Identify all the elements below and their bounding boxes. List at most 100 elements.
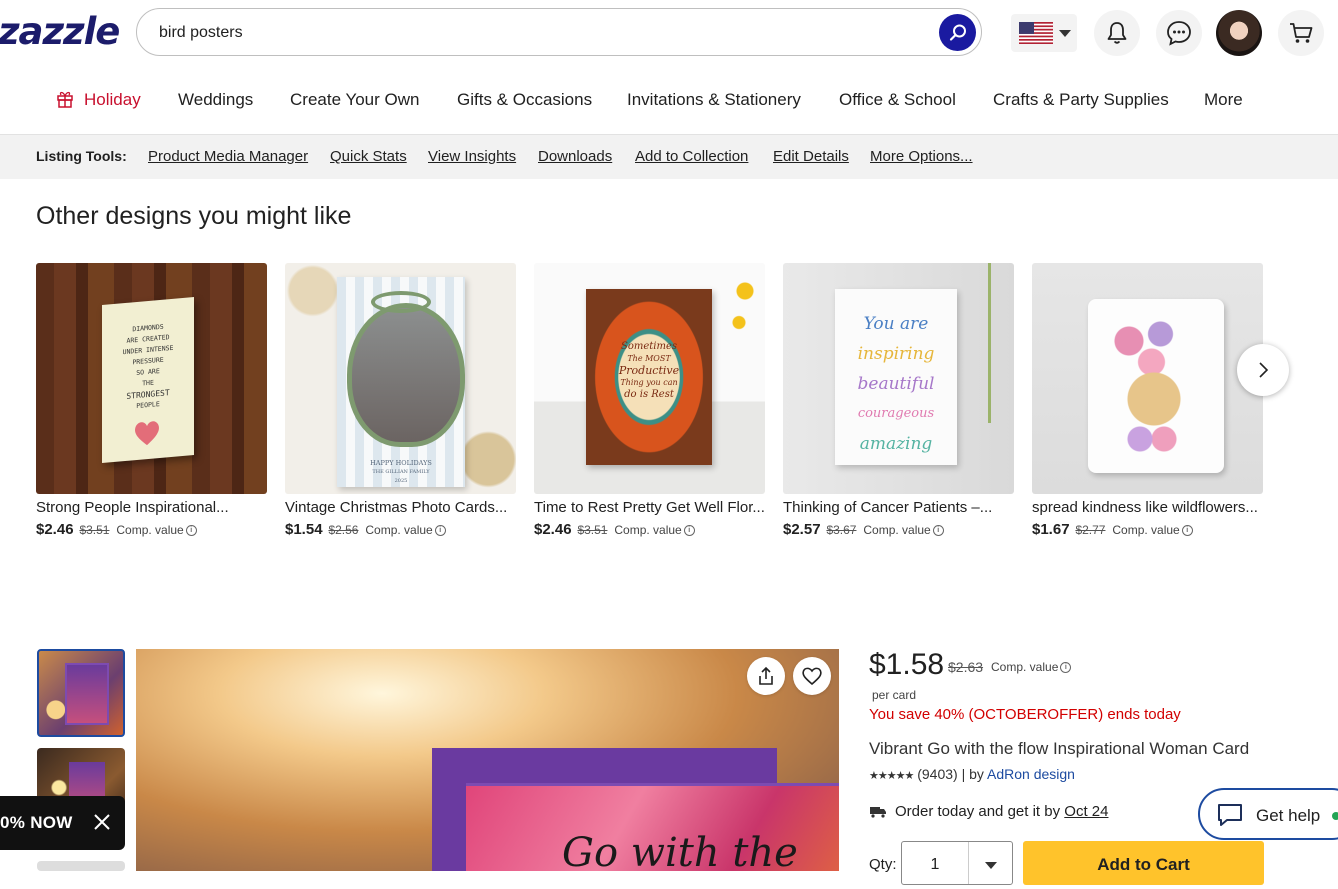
- card-text: HAPPY HOLIDAYS: [370, 459, 432, 467]
- nav-item-gifts-occasions[interactable]: Gifts & Occasions: [457, 78, 592, 122]
- listing-tools-label: Listing Tools:: [36, 148, 127, 164]
- notifications-button[interactable]: [1094, 10, 1140, 56]
- product-title[interactable]: Thinking of Cancer Patients –...: [783, 499, 1014, 516]
- old-price: $2.77: [1075, 523, 1106, 537]
- search-input[interactable]: [157, 9, 921, 57]
- info-icon[interactable]: i: [683, 524, 695, 536]
- quick-stats-link[interactable]: Quick Stats: [330, 148, 407, 165]
- product-image[interactable]: You are inspiring beautiful courageous a…: [783, 263, 1014, 494]
- card-text: THE GILLIAN FAMILY: [372, 469, 430, 475]
- nav-item-create-your-own[interactable]: Create Your Own: [290, 78, 419, 122]
- info-icon[interactable]: i: [185, 524, 197, 536]
- comp-value-label: Comp. value: [614, 523, 682, 537]
- product-card[interactable]: You are inspiring beautiful courageous a…: [783, 263, 1014, 538]
- add-to-collection-link[interactable]: Add to Collection: [635, 148, 748, 165]
- product-card[interactable]: DIAMONDS ARE CREATED UNDER INTENSE PRESS…: [36, 263, 267, 538]
- delivery-date-link[interactable]: Oct 24: [1064, 803, 1108, 820]
- close-icon[interactable]: [92, 812, 112, 832]
- site-header: zazzle: [0, 0, 1338, 66]
- product-thumbnail[interactable]: [37, 649, 125, 737]
- product-thumbnail[interactable]: [37, 861, 125, 871]
- promo-banner[interactable]: 0% NOW: [0, 796, 125, 850]
- product-title[interactable]: Vintage Christmas Photo Cards...: [285, 499, 516, 516]
- card-mockup: Sometimes The MOST Productive Thing you …: [586, 289, 712, 465]
- add-to-cart-button[interactable]: Add to Cart: [1023, 841, 1264, 885]
- product-title[interactable]: spread kindness like wildflowers...: [1032, 499, 1263, 516]
- price-row: $2.46 $3.51 Comp. value i: [534, 521, 774, 538]
- card-text: courageous: [857, 406, 935, 421]
- product-image[interactable]: [1032, 263, 1263, 494]
- info-icon[interactable]: i: [932, 524, 944, 536]
- card-text: do is Rest: [624, 389, 674, 400]
- truck-icon: [870, 807, 886, 818]
- site-logo[interactable]: zazzle: [0, 8, 120, 56]
- quantity-select[interactable]: 1: [901, 841, 1013, 885]
- cart-icon: [1290, 23, 1313, 43]
- info-icon[interactable]: i: [1181, 524, 1193, 536]
- product-media-manager-link[interactable]: Product Media Manager: [148, 148, 308, 165]
- avatar[interactable]: [1216, 10, 1262, 56]
- favorite-button[interactable]: [793, 657, 831, 695]
- card-text: Sometimes: [620, 341, 678, 352]
- edit-details-link[interactable]: Edit Details: [773, 148, 849, 165]
- card-text: Productive: [618, 364, 680, 377]
- product-card[interactable]: Sometimes The MOST Productive Thing you …: [534, 263, 765, 538]
- card-text: You are: [863, 314, 929, 334]
- online-status-dot: [1332, 812, 1338, 820]
- price: $1.54: [285, 521, 323, 538]
- comp-value-row: Comp. value i: [991, 660, 1072, 674]
- comp-value-label: Comp. value: [365, 523, 433, 537]
- nav-item-crafts-party[interactable]: Crafts & Party Supplies: [993, 78, 1169, 122]
- price: $1.67: [1032, 521, 1070, 538]
- heart-icon: [135, 421, 159, 446]
- get-help-button[interactable]: Get help: [1198, 788, 1338, 840]
- carousel-next-button[interactable]: [1237, 344, 1289, 396]
- product-old-price: $2.63: [948, 659, 984, 675]
- chat-bubble-icon: [1218, 804, 1242, 826]
- get-help-label: Get help: [1256, 806, 1321, 825]
- review-count[interactable]: (9403): [917, 766, 957, 782]
- product-card[interactable]: HAPPY HOLIDAYS THE GILLIAN FAMILY 2025 V…: [285, 263, 516, 538]
- nav-label: Holiday: [84, 90, 141, 109]
- chevron-right-icon: [1259, 362, 1269, 378]
- more-options-link[interactable]: More Options...: [870, 148, 973, 165]
- comp-value-label: Comp. value: [116, 523, 184, 537]
- country-selector[interactable]: [1011, 14, 1077, 52]
- nav-item-invitations-stationery[interactable]: Invitations & Stationery: [627, 78, 801, 122]
- delivery-row: Order today and get it by Oct 24: [869, 803, 1108, 820]
- nav-item-more[interactable]: More: [1204, 78, 1243, 122]
- product-title[interactable]: Time to Rest Pretty Get Well Flor...: [534, 499, 765, 516]
- search-button[interactable]: [939, 14, 976, 51]
- heart-icon: [802, 667, 822, 686]
- product-title[interactable]: Strong People Inspirational...: [36, 499, 267, 516]
- info-icon[interactable]: i: [1060, 662, 1072, 674]
- product-card[interactable]: spread kindness like wildflowers... $1.6…: [1032, 263, 1263, 538]
- bell-icon: [1107, 22, 1127, 44]
- star-rating[interactable]: ★★★★★: [869, 770, 914, 782]
- nav-item-weddings[interactable]: Weddings: [178, 78, 253, 122]
- card-text: Thing you can: [620, 378, 678, 387]
- cart-button[interactable]: [1278, 10, 1324, 56]
- price: $2.46: [36, 521, 74, 538]
- by-label: | by: [961, 766, 984, 782]
- promo-banner-text: 0% NOW: [0, 813, 73, 832]
- nav-item-office-school[interactable]: Office & School: [839, 78, 956, 122]
- card-text: beautiful: [857, 374, 935, 394]
- view-insights-link[interactable]: View Insights: [428, 148, 516, 165]
- product-image[interactable]: Sometimes The MOST Productive Thing you …: [534, 263, 765, 494]
- main-product-image[interactable]: Go with the: [136, 649, 839, 871]
- product-image[interactable]: DIAMONDS ARE CREATED UNDER INTENSE PRESS…: [36, 263, 267, 494]
- old-price: $2.56: [328, 523, 359, 537]
- main-nav: Holiday Weddings Create Your Own Gifts &…: [0, 78, 1338, 122]
- info-icon[interactable]: i: [434, 524, 446, 536]
- designer-link[interactable]: AdRon design: [987, 766, 1075, 782]
- downloads-link[interactable]: Downloads: [538, 148, 612, 165]
- search-icon: [949, 24, 966, 41]
- nav-item-holiday[interactable]: Holiday: [57, 78, 141, 122]
- card-mockup: [1088, 299, 1224, 473]
- messages-button[interactable]: [1156, 10, 1202, 56]
- old-price: $3.51: [79, 523, 110, 537]
- old-price: $3.67: [826, 523, 857, 537]
- product-image[interactable]: HAPPY HOLIDAYS THE GILLIAN FAMILY 2025: [285, 263, 516, 494]
- share-button[interactable]: [747, 657, 785, 695]
